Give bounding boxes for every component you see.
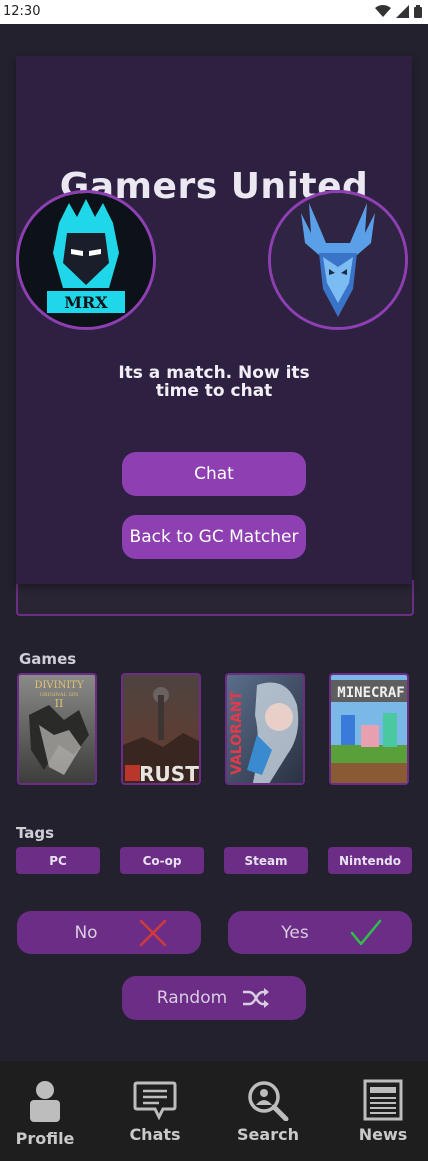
nav-label-chats: Chats — [129, 1125, 181, 1144]
svg-text:II: II — [55, 697, 64, 710]
match-dialog: Gamers United MRX Its a match. Now its t… — [16, 56, 412, 584]
tag-co-op[interactable]: Co-op — [120, 847, 204, 874]
games-row: DIVINITY ORIGINAL SIN II RUST VALORANT M… — [17, 673, 413, 789]
cell-signal-icon — [396, 5, 409, 18]
wifi-icon — [375, 5, 391, 17]
chat-button[interactable]: Chat — [122, 452, 306, 496]
no-button-label: No — [74, 922, 98, 943]
profile-description-box — [16, 580, 414, 616]
tag-nintendo[interactable]: Nintendo — [328, 847, 412, 874]
tags-section-label: Tags — [16, 824, 55, 842]
game-card-valorant-text: VALORANT — [229, 691, 245, 775]
person-icon — [30, 1081, 60, 1122]
battery-icon — [414, 5, 422, 18]
nav-label-profile: Profile — [15, 1129, 75, 1148]
nav-item-search[interactable]: Search — [223, 1079, 313, 1149]
nav-item-profile[interactable]: Profile — [0, 1079, 90, 1149]
close-x-icon — [139, 919, 166, 946]
game-card-valorant[interactable]: VALORANT — [225, 673, 305, 785]
game-card-divinity-text: DIVINITY — [34, 680, 84, 691]
newspaper-icon — [363, 1079, 403, 1121]
random-button[interactable]: Random — [122, 976, 306, 1020]
match-message: Its a match. Now its time to chat — [118, 363, 310, 401]
no-button[interactable]: No — [17, 911, 201, 954]
search-person-icon — [248, 1081, 289, 1121]
nav-label-news: News — [358, 1125, 408, 1144]
yes-button[interactable]: Yes — [228, 911, 412, 954]
yes-button-label: Yes — [281, 922, 309, 943]
left-avatar-text: MRX — [64, 293, 108, 312]
game-card-minecraft-text: MINECRAF — [337, 685, 404, 701]
right-avatar — [268, 190, 408, 330]
status-time: 12:30 — [3, 4, 41, 19]
game-card-rust[interactable]: RUST — [121, 673, 201, 785]
bottom-navigation: Profile Chats Search News — [0, 1061, 428, 1161]
left-avatar: MRX — [16, 190, 156, 330]
nav-item-chats[interactable]: Chats — [110, 1079, 200, 1149]
shuffle-icon — [243, 988, 270, 1008]
game-card-rust-text: RUST — [139, 762, 199, 785]
tag-steam[interactable]: Steam — [224, 847, 308, 874]
checkmark-icon — [350, 919, 381, 945]
games-section-label: Games — [19, 650, 77, 668]
game-card-divinity[interactable]: DIVINITY ORIGINAL SIN II — [17, 673, 97, 785]
chat-bubble-icon — [133, 1081, 177, 1121]
back-to-matcher-button[interactable]: Back to GC Matcher — [122, 515, 306, 559]
nav-label-search: Search — [237, 1125, 299, 1144]
tag-pc[interactable]: PC — [16, 847, 100, 874]
status-bar: 12:30 — [0, 0, 428, 24]
status-icons — [375, 5, 422, 18]
nav-item-news[interactable]: News — [338, 1079, 428, 1149]
game-card-minecraft[interactable]: MINECRAF — [329, 673, 409, 785]
random-button-label: Random — [156, 988, 228, 1008]
